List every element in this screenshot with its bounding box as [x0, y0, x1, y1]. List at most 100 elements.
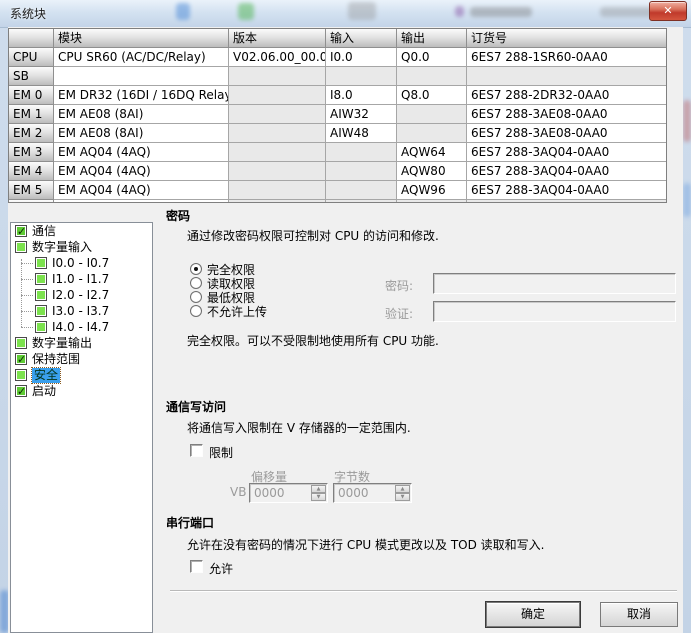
settings-tree: 通信 数字量输入 I0.0 - I0.7 I1.0 - I1.7 I2.0 - … [10, 222, 153, 633]
green-square-checkbox-icon[interactable] [15, 337, 27, 349]
cell-output[interactable]: Q8.0 [397, 86, 467, 105]
ok-button[interactable]: 确定 [486, 602, 580, 627]
tree-item-label[interactable]: 数字量输入 [32, 240, 92, 255]
row-header-em2[interactable]: EM 2 [9, 124, 54, 143]
row-header-em1[interactable]: EM 1 [9, 105, 54, 124]
col-header-input: 输入 [326, 29, 397, 48]
cell-version[interactable] [229, 162, 326, 181]
tree-item-label[interactable]: 安全 [32, 368, 60, 383]
checked-checkbox-icon[interactable] [15, 225, 27, 237]
tree-item-label[interactable]: 通信 [32, 224, 56, 239]
cell-order[interactable]: 6ES7 288-2DR32-0AA0 [467, 86, 667, 105]
cell-module[interactable] [54, 67, 229, 86]
tree-item-digital-inputs[interactable]: 数字量输入 [11, 240, 152, 255]
tree-item-label[interactable]: I4.0 - I4.7 [52, 320, 109, 335]
tree-item-label[interactable]: 数字量输出 [32, 336, 92, 351]
allow-checkbox-label[interactable]: 允许 [209, 560, 233, 577]
radio-minimum-privileges[interactable] [190, 291, 202, 303]
cell-module[interactable]: EM AQ04 (4AQ) [54, 143, 229, 162]
radio-disallow-upload-label[interactable]: 不允许上传 [207, 303, 267, 320]
cell-module[interactable]: CPU SR60 (AC/DC/Relay) [54, 48, 229, 67]
cell-order[interactable] [467, 67, 667, 86]
tree-item-label[interactable]: I3.0 - I3.7 [52, 304, 109, 319]
row-header-em0[interactable]: EM 0 [9, 86, 54, 105]
titlebar-glass-blob [470, 7, 532, 17]
cell-version[interactable] [229, 143, 326, 162]
close-button[interactable]: ✕ [649, 1, 687, 21]
cell-input[interactable]: I0.0 [326, 48, 397, 67]
tree-item-label[interactable]: I0.0 - I0.7 [52, 256, 109, 271]
restrict-checkbox-label[interactable]: 限制 [209, 444, 233, 461]
tree-item-i0[interactable]: I0.0 - I0.7 [11, 256, 152, 271]
title-bar[interactable]: 系统块 ✕ [0, 0, 691, 28]
tree-item-startup[interactable]: 启动 [11, 384, 152, 399]
tree-item-communication[interactable]: 通信 [11, 224, 152, 239]
cell-module[interactable]: EM AQ04 (4AQ) [54, 181, 229, 200]
cell-output[interactable] [397, 105, 467, 124]
cell-order[interactable]: 6ES7 288-3AQ04-0AA0 [467, 181, 667, 200]
allow-checkbox[interactable] [190, 560, 203, 573]
cell-output[interactable]: Q0.0 [397, 48, 467, 67]
tree-item-i4[interactable]: I4.0 - I4.7 [11, 320, 152, 335]
checked-checkbox-icon[interactable] [15, 385, 27, 397]
cell-module[interactable]: EM DR32 (16DI / 16DQ Relay) [54, 86, 229, 105]
green-square-checkbox-icon[interactable] [15, 369, 27, 381]
cell-version[interactable] [229, 67, 326, 86]
cell-output[interactable] [397, 124, 467, 143]
green-square-checkbox-icon[interactable] [35, 257, 47, 269]
cell-version[interactable] [229, 105, 326, 124]
cell-output[interactable] [397, 67, 467, 86]
row-header-cpu[interactable]: CPU [9, 48, 54, 67]
restrict-checkbox[interactable] [190, 444, 203, 457]
checked-checkbox-icon[interactable] [15, 353, 27, 365]
green-square-checkbox-icon[interactable] [15, 241, 27, 253]
row-header-em4[interactable]: EM 4 [9, 162, 54, 181]
radio-disallow-upload[interactable] [190, 305, 202, 317]
cell-module[interactable]: EM AQ04 (4AQ) [54, 162, 229, 181]
module-table: 模块 版本 输入 输出 订货号 CPU CPU SR60 (AC/DC/Rela… [8, 28, 667, 203]
green-square-checkbox-icon[interactable] [35, 289, 47, 301]
close-icon: ✕ [663, 4, 672, 17]
cell-version[interactable]: V02.06.00_00.00... [229, 48, 326, 67]
cell-order[interactable]: 6ES7 288-3AE08-0AA0 [467, 124, 667, 143]
cell-output[interactable]: AQW96 [397, 181, 467, 200]
cell-input[interactable]: AIW48 [326, 124, 397, 143]
tree-item-label[interactable]: 保持范围 [32, 352, 80, 367]
cell-input[interactable]: AIW32 [326, 105, 397, 124]
cell-version[interactable] [229, 181, 326, 200]
cell-version[interactable] [229, 124, 326, 143]
cell-version[interactable] [229, 86, 326, 105]
cell-input[interactable] [326, 143, 397, 162]
cell-input[interactable] [326, 67, 397, 86]
radio-read-privileges[interactable] [190, 277, 202, 289]
tree-item-label[interactable]: I2.0 - I2.7 [52, 288, 109, 303]
cell-order[interactable]: 6ES7 288-3AQ04-0AA0 [467, 143, 667, 162]
cell-input[interactable] [326, 162, 397, 181]
green-square-checkbox-icon[interactable] [35, 273, 47, 285]
row-header-em3[interactable]: EM 3 [9, 143, 54, 162]
tree-item-security-selected[interactable]: 安全 [11, 368, 152, 383]
row-header-sb[interactable]: SB [9, 67, 54, 86]
cell-module[interactable]: EM AE08 (8AI) [54, 124, 229, 143]
tree-item-digital-outputs[interactable]: 数字量输出 [11, 336, 152, 351]
tree-item-i1[interactable]: I1.0 - I1.7 [11, 272, 152, 287]
cancel-button[interactable]: 取消 [600, 602, 678, 627]
radio-full-privileges[interactable] [190, 263, 202, 275]
cell-order[interactable]: 6ES7 288-3AQ04-0AA0 [467, 162, 667, 181]
cell-output[interactable]: AQW80 [397, 162, 467, 181]
row-header-em5[interactable]: EM 5 [9, 181, 54, 200]
tree-item-retentive-ranges[interactable]: 保持范围 [11, 352, 152, 367]
tree-item-i3[interactable]: I3.0 - I3.7 [11, 304, 152, 319]
password-section-heading: 密码 [166, 207, 190, 224]
cell-input[interactable] [326, 181, 397, 200]
cell-output[interactable]: AQW64 [397, 143, 467, 162]
cell-module[interactable]: EM AE08 (8AI) [54, 105, 229, 124]
cell-input[interactable]: I8.0 [326, 86, 397, 105]
cell-order[interactable]: 6ES7 288-3AE08-0AA0 [467, 105, 667, 124]
tree-item-i2[interactable]: I2.0 - I2.7 [11, 288, 152, 303]
green-square-checkbox-icon[interactable] [35, 321, 47, 333]
tree-item-label[interactable]: I1.0 - I1.7 [52, 272, 109, 287]
tree-item-label[interactable]: 启动 [32, 384, 56, 399]
green-square-checkbox-icon[interactable] [35, 305, 47, 317]
cell-order[interactable]: 6ES7 288-1SR60-0AA0 [467, 48, 667, 67]
